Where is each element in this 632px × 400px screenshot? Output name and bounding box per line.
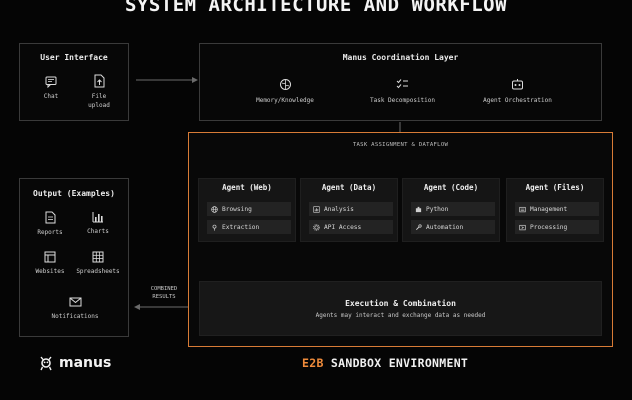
- output-websites: Websites: [28, 251, 72, 275]
- output-notifications-label: Notifications: [51, 313, 99, 320]
- agent-data-card: Agent (Data) Analysis API Access: [300, 178, 398, 242]
- agent-files-title: Agent (Files): [525, 183, 585, 192]
- agent-web-card: Agent (Web) Browsing Extraction: [198, 178, 296, 242]
- chip-automation: Automation: [411, 220, 495, 234]
- agent-data-title: Agent (Data): [321, 183, 377, 192]
- output-websites-label: Websites: [35, 268, 65, 275]
- convert-icon: [519, 224, 526, 230]
- agent-orchestration-item: Agent Orchestration: [470, 78, 565, 104]
- chip-api-access-label: API Access: [324, 223, 362, 231]
- bot-icon: [512, 79, 523, 90]
- execution-combination-box: Execution & Combination Agents may inter…: [199, 281, 602, 336]
- user-interface-title: User Interface: [40, 53, 108, 62]
- chip-python-label: Python: [426, 205, 449, 213]
- checklist-icon: [396, 79, 408, 89]
- output-examples-panel: Output (Examples) Reports Charts Website…: [19, 178, 129, 337]
- sandbox-label-accent: E2B: [302, 356, 324, 370]
- pin-icon: [212, 224, 217, 231]
- output-reports-label: Reports: [37, 229, 63, 236]
- chat-icon: [45, 76, 57, 88]
- bar-chart-icon: [92, 212, 103, 223]
- output-spreadsheets-label: Spreadsheets: [76, 268, 120, 275]
- file-upload-item[interactable]: File upload: [82, 74, 116, 110]
- agent-files-card: Agent (Files) Management Processing: [506, 178, 604, 242]
- task-assignment-header: TASK ASSIGNMENT & DATAFLOW: [352, 142, 449, 148]
- execution-title: Execution & Combination: [345, 299, 456, 308]
- execution-subtitle: Agents may interact and exchange data as…: [315, 312, 486, 319]
- chip-analysis: Analysis: [309, 202, 393, 216]
- chip-browsing-label: Browsing: [222, 205, 252, 213]
- chip-management: Management: [515, 202, 599, 216]
- user-interface-panel: User Interface Chat File upload: [19, 43, 129, 121]
- chip-python: Python: [411, 202, 495, 216]
- sandbox-label-rest: SANDBOX ENVIRONMENT: [330, 356, 469, 370]
- agent-web-title: Agent (Web): [222, 183, 272, 192]
- chip-extraction-label: Extraction: [222, 223, 260, 231]
- agent-orchestration-label: Agent Orchestration: [483, 97, 552, 104]
- brand-name: manus: [59, 355, 112, 371]
- sandbox-environment-label: E2B SANDBOX ENVIRONMENT: [302, 356, 468, 370]
- chat-label: Chat: [43, 93, 59, 100]
- manus-brand: manus: [38, 355, 111, 371]
- combined-results-label: COMBINED RESULTS: [150, 286, 178, 300]
- wrench-icon: [415, 223, 422, 230]
- report-icon: [45, 211, 56, 224]
- chip-processing-label: Processing: [530, 223, 568, 231]
- manus-logo-icon: [40, 356, 52, 371]
- coordination-layer-panel: Manus Coordination Layer Memory/Knowledg…: [199, 43, 602, 121]
- chip-api-access: API Access: [309, 220, 393, 234]
- chip-extraction: Extraction: [207, 220, 291, 234]
- chart-icon: [313, 205, 320, 213]
- chip-automation-label: Automation: [426, 223, 464, 231]
- memory-knowledge-label: Memory/Knowledge: [256, 97, 314, 104]
- mail-icon: [69, 297, 81, 307]
- spreadsheet-icon: [92, 251, 104, 263]
- output-notifications: Notifications: [45, 297, 105, 320]
- gear-icon: [313, 223, 320, 231]
- chip-browsing: Browsing: [207, 202, 291, 216]
- chip-management-label: Management: [530, 205, 568, 213]
- chat-item[interactable]: Chat: [34, 76, 68, 100]
- task-decomposition-label: Task Decomposition: [369, 97, 436, 104]
- output-charts-label: Charts: [87, 228, 109, 235]
- chip-analysis-label: Analysis: [324, 205, 354, 213]
- brain-icon: [279, 79, 291, 90]
- memory-knowledge-item: Memory/Knowledge: [240, 78, 330, 104]
- output-reports: Reports: [28, 211, 72, 236]
- task-decomposition-item: Task Decomposition: [355, 78, 450, 104]
- agent-code-card: Agent (Code) Python Automation: [402, 178, 500, 242]
- output-spreadsheets: Spreadsheets: [72, 251, 124, 275]
- folder-icon: [519, 206, 526, 212]
- coordination-layer-title: Manus Coordination Layer: [342, 53, 459, 62]
- output-charts: Charts: [76, 211, 120, 235]
- puzzle-icon: [415, 206, 422, 212]
- chip-processing: Processing: [515, 220, 599, 234]
- output-examples-title: Output (Examples): [33, 189, 115, 198]
- agent-code-title: Agent (Code): [423, 183, 479, 192]
- website-icon: [44, 251, 56, 263]
- file-upload-label: File upload: [88, 93, 110, 109]
- file-upload-icon: [94, 74, 105, 88]
- globe-icon: [211, 205, 218, 213]
